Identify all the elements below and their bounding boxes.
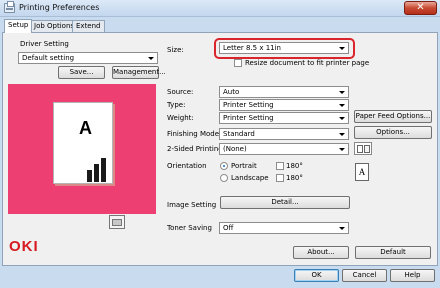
ok-button[interactable]: OK — [294, 269, 339, 282]
rotate-180-landscape-label: 180° — [286, 174, 303, 182]
source-label: Source: — [167, 88, 194, 96]
orientation-label: Orientation — [167, 162, 207, 170]
detail-button[interactable]: Detail... — [220, 196, 350, 209]
driver-setting-value: Default setting — [22, 54, 75, 62]
driver-setting-label: Driver Setting — [20, 40, 69, 48]
tab-extend[interactable]: Extend — [72, 20, 105, 32]
help-button[interactable]: Help — [390, 269, 435, 282]
driver-setting-combo[interactable]: Default setting — [18, 52, 158, 64]
weight-label: Weight: — [167, 114, 194, 122]
rotate-180-checkbox[interactable] — [276, 162, 284, 170]
toner-saving-label: Toner Saving — [167, 224, 212, 232]
size-label: Size: — [167, 46, 184, 54]
two-sided-value: (None) — [223, 145, 247, 153]
two-sided-label: 2-Sided Printing — [167, 145, 223, 153]
type-label: Type: — [167, 101, 186, 109]
preview-chart-bar — [94, 164, 99, 182]
options-button[interactable]: Options... — [354, 126, 432, 139]
finishing-mode-combo[interactable]: Standard — [219, 128, 349, 140]
printing-preferences-window: Printing Preferences ✕ Setup Job Options… — [0, 0, 440, 288]
oki-logo: OKI — [9, 238, 39, 255]
landscape-label: Landscape — [231, 174, 269, 182]
chevron-down-icon — [339, 133, 345, 136]
weight-value: Printer Setting — [223, 114, 274, 122]
duplex-icon — [354, 142, 372, 155]
preview-chart-bar — [87, 170, 92, 182]
portrait-radio[interactable] — [220, 162, 228, 170]
chevron-down-icon — [339, 104, 345, 107]
save-button[interactable]: Save... — [58, 66, 105, 79]
tab-setup[interactable]: Setup — [4, 19, 33, 33]
weight-combo[interactable]: Printer Setting — [219, 112, 349, 124]
about-button[interactable]: About... — [293, 246, 349, 259]
portrait-label: Portrait — [231, 162, 257, 170]
orientation-page-icon: A — [355, 163, 369, 181]
toner-saving-value: Off — [223, 224, 234, 232]
source-combo[interactable]: Auto — [219, 86, 349, 98]
window-title: Printing Preferences — [19, 3, 100, 12]
toner-saving-combo[interactable]: Off — [219, 222, 349, 234]
finishing-mode-value: Standard — [223, 130, 255, 138]
page-front — [357, 145, 363, 153]
landscape-radio[interactable] — [220, 174, 228, 182]
chevron-down-icon — [339, 227, 345, 230]
printer-body — [112, 219, 122, 226]
two-sided-combo[interactable]: (None) — [219, 143, 349, 155]
chevron-down-icon — [339, 148, 345, 151]
image-setting-label: Image Setting — [167, 201, 217, 209]
preview-chart-bar — [101, 158, 106, 182]
management-button[interactable]: Management... — [112, 66, 166, 79]
printer-icon — [4, 1, 15, 13]
rotate-180-label: 180° — [286, 162, 303, 170]
chevron-down-icon — [339, 91, 345, 94]
rotate-180-landscape-checkbox[interactable] — [276, 174, 284, 182]
cancel-button[interactable]: Cancel — [342, 269, 387, 282]
paper-feed-options-button[interactable]: Paper Feed Options... — [354, 110, 432, 123]
type-value: Printer Setting — [223, 101, 274, 109]
chevron-down-icon — [339, 117, 345, 120]
chevron-down-icon — [148, 57, 154, 60]
type-combo[interactable]: Printer Setting — [219, 99, 349, 111]
preview-letter: A — [79, 118, 92, 138]
finishing-mode-label: Finishing Mode — [167, 130, 220, 138]
tab-job-options[interactable]: Job Options — [30, 20, 79, 32]
size-highlight — [214, 38, 355, 59]
resize-checkbox[interactable] — [234, 59, 242, 67]
source-value: Auto — [223, 88, 240, 96]
resize-label: Resize document to fit printer page — [245, 59, 370, 67]
page-back — [364, 145, 370, 153]
printer-icon[interactable] — [109, 215, 125, 229]
default-button[interactable]: Default — [355, 246, 431, 259]
close-button[interactable]: ✕ — [404, 1, 437, 15]
